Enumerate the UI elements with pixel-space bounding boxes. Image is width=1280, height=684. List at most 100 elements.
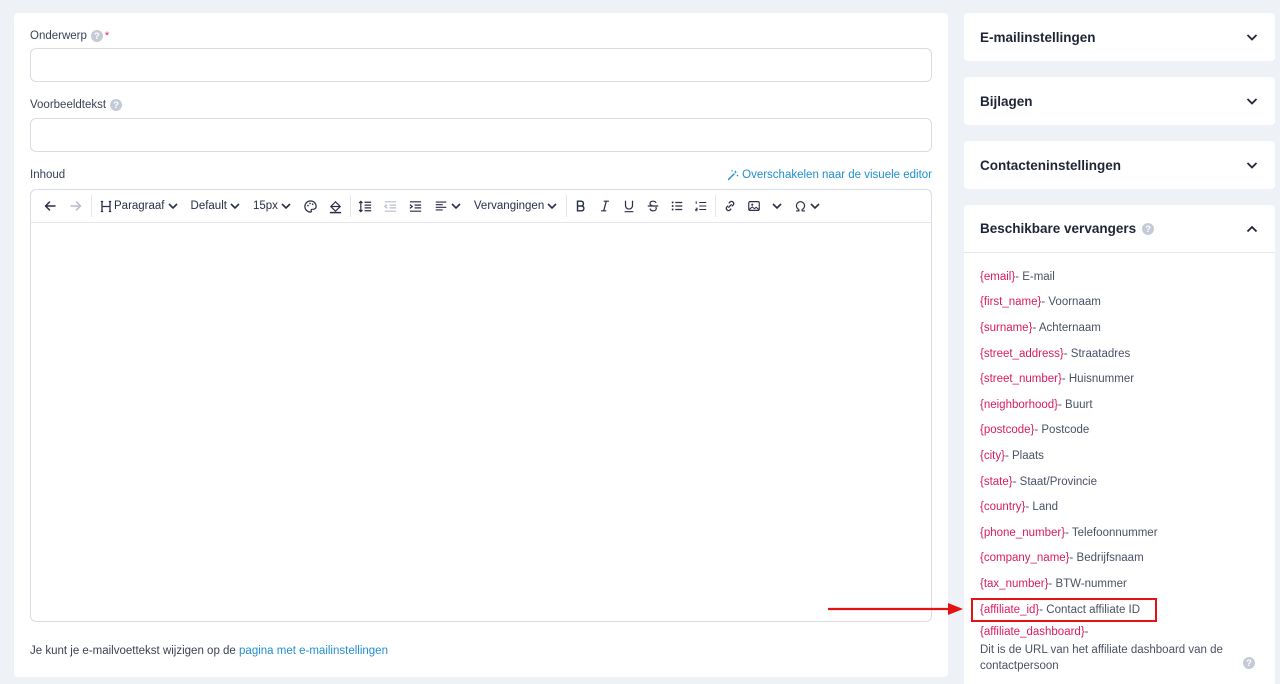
required-mark: * [104, 30, 110, 42]
editor-content-area[interactable] [31, 223, 931, 621]
line-height-icon [358, 199, 372, 213]
redo-button[interactable] [63, 190, 89, 223]
heading-dropdown[interactable]: Paragraaf [94, 190, 185, 223]
bullet-list-icon [671, 201, 683, 211]
attachments-header[interactable]: Bijlagen [964, 77, 1275, 125]
background-color-button[interactable] [323, 190, 348, 223]
editor-toolbar: Paragraaf Default 15px Vervangingen [31, 190, 931, 223]
replacements-dropdown[interactable]: Vervangingen [468, 190, 564, 223]
variable-key[interactable]: {city} [980, 450, 1005, 462]
help-icon[interactable]: ? [90, 30, 103, 42]
preview-text-input[interactable] [30, 118, 932, 152]
variable-key[interactable]: {company_name} [980, 552, 1070, 564]
annotation-arrow-icon [828, 603, 963, 615]
indent-icon [409, 200, 422, 212]
variable-description: - Straatadres [1063, 347, 1131, 360]
italic-button[interactable] [593, 190, 617, 223]
variable-description: - Bedrijfsnaam [1069, 552, 1144, 565]
variable-item: {state} - Staat/Provincie [980, 469, 1259, 495]
email-settings-header[interactable]: E-mailinstellingen [964, 13, 1275, 61]
variable-key[interactable]: {street_number} [980, 373, 1062, 385]
font-size-dropdown[interactable]: 15px [247, 190, 298, 223]
highlight-box [971, 598, 1157, 622]
insert-image-button[interactable] [742, 190, 766, 223]
heading-dropdown-label: Paragraaf [114, 200, 165, 212]
help-icon[interactable]: ? [1243, 657, 1255, 669]
switch-visual-editor-label: Overschakelen naar de visuele editor [742, 169, 932, 181]
chevron-down-icon [810, 203, 820, 210]
variable-key[interactable]: {surname} [980, 322, 1032, 334]
chevron-up-icon [1246, 225, 1258, 232]
variable-item: {city} - Plaats [980, 443, 1259, 469]
variable-item: {affiliate_dashboard} - Dit is de URL van… [980, 622, 1259, 674]
variable-description: - Telefoonnummer [1065, 526, 1158, 539]
contact-settings-panel[interactable]: Contacteninstellingen [964, 141, 1275, 189]
variable-item: {street_number} - Huisnummer [980, 366, 1259, 392]
align-left-icon [435, 201, 447, 211]
bold-button[interactable] [569, 190, 593, 223]
font-family-dropdown[interactable]: Default [185, 190, 247, 223]
chevron-down-icon [1246, 98, 1258, 105]
variable-key[interactable]: {first_name} [980, 296, 1041, 308]
variable-description: - Voornaam [1041, 296, 1101, 309]
html-editor: Paragraaf Default 15px Vervangingen [30, 189, 932, 622]
variable-item: {first_name} - Voornaam [980, 290, 1259, 316]
chevron-down-icon [451, 203, 461, 210]
variable-item: {country} - Land [980, 494, 1259, 520]
align-dropdown[interactable] [428, 190, 468, 223]
indent-button[interactable] [403, 190, 428, 223]
heading-icon [100, 200, 112, 212]
chevron-down-icon [230, 203, 240, 210]
email-settings-title: E-mailinstellingen [980, 29, 1096, 45]
numbered-list-button[interactable] [689, 190, 713, 223]
more-options-dropdown[interactable] [766, 190, 788, 223]
variable-dash: - [1084, 626, 1089, 639]
text-color-button[interactable] [298, 190, 323, 223]
variable-item: {postcode} - Postcode [980, 418, 1259, 444]
chevron-down-icon [1246, 34, 1258, 41]
palette-icon [304, 199, 317, 213]
variable-key[interactable]: {affiliate_dashboard} [980, 626, 1085, 638]
variable-key[interactable]: {postcode} [980, 424, 1034, 436]
outdent-icon [383, 200, 397, 212]
insert-link-button[interactable] [718, 190, 742, 223]
variable-key[interactable]: {phone_number} [980, 527, 1065, 539]
line-height-button[interactable] [353, 190, 378, 223]
variable-key[interactable]: {tax_number} [980, 578, 1048, 590]
email-form-card: Onderwerp ? * Voorbeeldtekst ? Inhoud Ov… [14, 13, 948, 677]
contact-settings-header[interactable]: Contacteninstellingen [964, 141, 1275, 189]
help-icon[interactable]: ? [1142, 222, 1155, 235]
switch-visual-editor-link[interactable]: Overschakelen naar de visuele editor [727, 169, 932, 181]
undo-button[interactable] [37, 190, 63, 223]
subject-label: Onderwerp [30, 30, 87, 42]
variable-key[interactable]: {street_address} [980, 348, 1064, 360]
variable-key[interactable]: {neighborhood} [980, 399, 1058, 411]
font-size-label: 15px [252, 200, 278, 212]
special-characters-dropdown[interactable] [788, 190, 827, 223]
font-family-label: Default [190, 200, 227, 212]
help-icon[interactable]: ? [110, 99, 123, 111]
variable-item-head: {affiliate_dashboard} - [980, 622, 1259, 642]
contact-settings-title: Contacteninstellingen [980, 157, 1122, 173]
replacements-label: Vervangingen [473, 200, 545, 212]
variable-key[interactable]: {country} [980, 501, 1025, 513]
chevron-down-icon [547, 203, 557, 210]
variable-key[interactable]: {email} [980, 271, 1015, 283]
email-settings-page-link[interactable]: pagina met e-mailinstellingen [239, 645, 388, 657]
outdent-button[interactable] [378, 190, 403, 223]
available-variables-header[interactable]: Beschikbare vervangers ? [964, 205, 1275, 253]
link-icon [725, 200, 735, 212]
email-settings-panel[interactable]: E-mailinstellingen [964, 13, 1275, 61]
variable-key[interactable]: {state} [980, 476, 1013, 488]
variable-description: - BTW-nummer [1048, 577, 1127, 590]
bold-icon [577, 200, 585, 212]
bullet-list-button[interactable] [665, 190, 689, 223]
underline-button[interactable] [617, 190, 641, 223]
attachments-panel[interactable]: Bijlagen [964, 77, 1275, 125]
chevron-down-icon [281, 203, 291, 210]
variable-description: - E-mail [1015, 270, 1055, 283]
variable-description: - Achternaam [1032, 321, 1101, 334]
strikethrough-button[interactable] [641, 190, 665, 223]
preview-label-row: Voorbeeldtekst ? [30, 99, 123, 111]
subject-input[interactable] [30, 48, 932, 82]
